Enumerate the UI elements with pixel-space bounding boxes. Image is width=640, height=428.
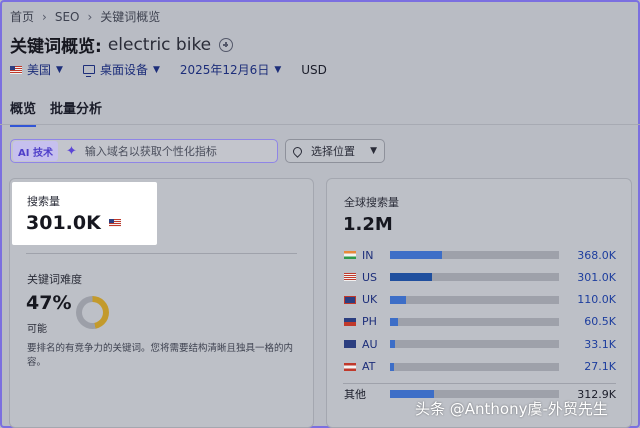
- keyword-difficulty-label: 关键词难度: [27, 273, 82, 286]
- monitor-icon: [82, 65, 95, 77]
- location-select-label: 选择位置: [311, 145, 355, 158]
- metrics-divider: [26, 253, 297, 254]
- country-bar-track: [390, 340, 559, 349]
- us-flag-icon: [108, 219, 121, 227]
- country-volume[interactable]: 33.1K: [584, 338, 616, 351]
- page-title-keyword: electric bike: [107, 34, 212, 55]
- country-row-ph[interactable]: PH 60.5K: [344, 315, 616, 329]
- us-flag-icon: [344, 273, 356, 282]
- chevron-right-icon: ›: [42, 9, 47, 24]
- date-filter-label: 2025年12月6日: [179, 63, 270, 77]
- tab-bulk-analysis[interactable]: 批量分析: [50, 98, 102, 127]
- country-volume[interactable]: 301.0K: [577, 271, 616, 284]
- ai-domain-bar: AI 技术 ✦: [10, 139, 278, 163]
- us-flag-icon: [10, 65, 22, 74]
- location-pin-icon: [291, 144, 304, 158]
- breadcrumb: 首页 › SEO › 关键词概览: [10, 8, 160, 25]
- in-flag-icon: [344, 251, 356, 259]
- chevron-down-icon: ▼: [274, 64, 282, 75]
- location-select[interactable]: 选择位置 ▼: [285, 139, 385, 163]
- domain-input[interactable]: [84, 144, 275, 158]
- page-title-prefix: 关键词概览:: [10, 37, 102, 57]
- chevron-down-icon: ▼: [370, 146, 377, 156]
- country-bar-fill: [390, 362, 394, 371]
- difficulty-donut: [76, 296, 109, 329]
- uk-flag-icon: [344, 295, 356, 304]
- tab-overview[interactable]: 概览: [10, 98, 37, 127]
- filter-bar: 美国 ▼ 桌面设备 ▼ 2025年12月6日 ▼ USD: [10, 61, 347, 78]
- global-volume-label: 全球搜索量: [344, 196, 399, 209]
- date-filter[interactable]: 2025年12月6日 ▼: [180, 61, 281, 78]
- global-volume-value: 1.2M: [343, 214, 393, 235]
- country-row-us[interactable]: US 301.0K: [344, 270, 616, 284]
- search-volume-value: 301.0K: [26, 212, 126, 234]
- watermark: 头条 @Anthony虞-外贸先生: [415, 400, 608, 418]
- chevron-down-icon: ▼: [152, 64, 160, 75]
- other-bar-fill: [390, 390, 434, 398]
- add-icon[interactable]: [219, 37, 234, 52]
- currency-value: USD: [301, 62, 327, 77]
- breadcrumb-current: 关键词概览: [100, 10, 161, 24]
- ph-flag-icon: [344, 317, 356, 326]
- country-bar-track: [390, 317, 559, 326]
- country-code: IN: [362, 248, 374, 262]
- country-bar-fill: [390, 273, 432, 282]
- country-bar-fill: [390, 251, 442, 259]
- keyword-difficulty-description: 要排名的有竞争力的关键词。您将需要结构清晰且独具一格的内容。: [27, 343, 294, 368]
- keyword-difficulty-level: 可能: [27, 324, 47, 335]
- country-row-at[interactable]: AT 27.1K: [344, 360, 616, 374]
- chevron-down-icon: ▼: [56, 64, 63, 75]
- country-bar-track: [390, 295, 559, 304]
- device-filter[interactable]: 桌面设备 ▼: [82, 61, 160, 78]
- country-code: PH: [362, 315, 377, 329]
- country-code: AT: [362, 360, 376, 373]
- country-filter[interactable]: 美国 ▼: [10, 61, 63, 78]
- country-code: UK: [362, 293, 378, 307]
- search-volume-number: 301.0K: [26, 212, 101, 234]
- device-filter-label: 桌面设备: [99, 63, 148, 77]
- breadcrumb-home[interactable]: 首页: [10, 8, 34, 25]
- au-flag-icon: [344, 340, 356, 349]
- country-volume[interactable]: 368.0K: [577, 249, 616, 262]
- chevron-right-icon: ›: [87, 9, 93, 24]
- ai-badge: AI 技术: [13, 141, 58, 161]
- page-title: 关键词概览: electric bike: [10, 32, 234, 57]
- tab-bar: 概览 批量分析: [10, 98, 116, 127]
- country-volume[interactable]: 60.5K: [584, 315, 616, 328]
- country-bar-track: [390, 273, 559, 282]
- breadcrumb-seo[interactable]: SEO: [55, 10, 80, 24]
- country-volume[interactable]: 110.0K: [577, 293, 616, 306]
- search-volume-label: 搜索量: [27, 195, 60, 208]
- currency-label: USD: [301, 63, 327, 77]
- other-bar-track: [390, 390, 559, 398]
- country-bar-fill: [390, 340, 395, 349]
- sparkle-icon: ✦: [65, 143, 77, 159]
- keyword-difficulty-value: 47%: [26, 292, 72, 314]
- country-code: AU: [362, 337, 378, 351]
- country-bar-track: [390, 362, 559, 371]
- other-label: 其他: [344, 388, 366, 401]
- country-row-uk[interactable]: UK 110.0K: [344, 293, 616, 307]
- at-flag-icon: [344, 362, 356, 371]
- tabs-divider: [0, 124, 640, 125]
- country-bar-track: [390, 251, 559, 259]
- country-bar-fill: [390, 295, 406, 304]
- country-code: US: [362, 270, 378, 284]
- country-bar-fill: [390, 317, 398, 326]
- country-filter-label: 美国: [27, 63, 52, 77]
- country-row-au[interactable]: AU 33.1K: [344, 337, 616, 351]
- country-row-in[interactable]: IN 368.0K: [344, 248, 616, 262]
- other-divider: [343, 383, 616, 384]
- country-volume[interactable]: 27.1K: [584, 360, 616, 373]
